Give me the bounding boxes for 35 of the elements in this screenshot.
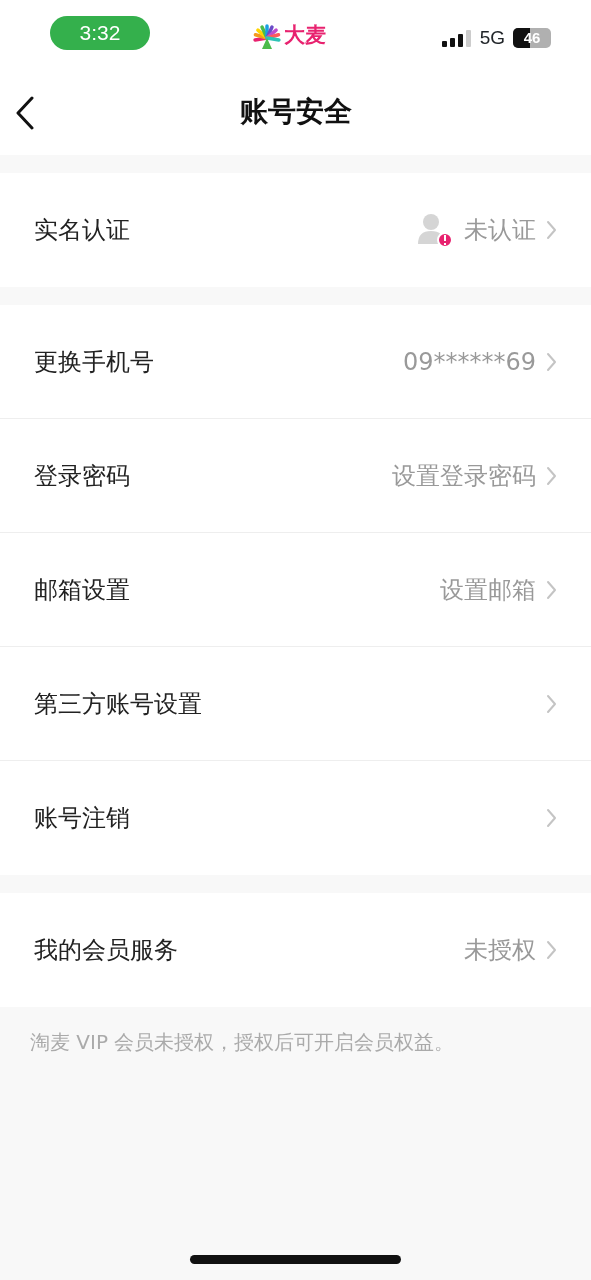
row-label: 我的会员服务 <box>34 935 179 966</box>
back-icon[interactable] <box>14 96 36 130</box>
row-label: 邮箱设置 <box>34 574 131 606</box>
note-text: 淘麦 VIP 会员未授权，授权后可开启会员权益。 <box>29 1029 456 1056</box>
time-pill: 3:32 <box>50 16 150 50</box>
settings-row[interactable]: 实名认证 未认证 <box>0 173 591 287</box>
chevron-icon <box>546 940 557 960</box>
row-label: 账号注销 <box>34 803 131 834</box>
chevron-icon <box>546 808 557 828</box>
row-label: 第三方账号设置 <box>34 688 203 720</box>
logo-icon <box>253 21 281 50</box>
settings-row[interactable]: 更换手机号 09******69 <box>0 305 591 419</box>
chevron-icon <box>546 220 557 240</box>
settings-row[interactable]: 登录密码 设置登录密码 <box>0 419 591 533</box>
row-value: 设置邮箱 <box>440 574 536 606</box>
chevron-icon <box>546 465 557 486</box>
signal-icon <box>441 29 472 48</box>
user-alert-icon <box>416 212 454 248</box>
row-label: 实名认证 <box>34 215 131 246</box>
settings-row[interactable]: 第三方账号设置 <box>0 647 591 761</box>
settings-row[interactable]: 我的会员服务 未授权 <box>0 893 591 1007</box>
chevron-icon <box>546 579 557 600</box>
row-value: 未授权 <box>464 935 536 966</box>
row-value: 未认证 <box>464 215 536 246</box>
page-title: 账号安全 <box>239 93 352 130</box>
chevron-icon <box>546 693 557 714</box>
row-value: 09******69 <box>402 346 536 378</box>
row-label: 更换手机号 <box>34 346 155 378</box>
settings-row[interactable]: 邮箱设置 设置邮箱 <box>0 533 591 647</box>
chevron-icon <box>546 351 557 372</box>
row-label: 登录密码 <box>34 460 131 492</box>
network-label: 5G <box>479 26 505 50</box>
row-value: 设置登录密码 <box>392 460 536 492</box>
app-name: 大麦 <box>284 22 326 49</box>
settings-row[interactable]: 账号注销 <box>0 761 591 875</box>
